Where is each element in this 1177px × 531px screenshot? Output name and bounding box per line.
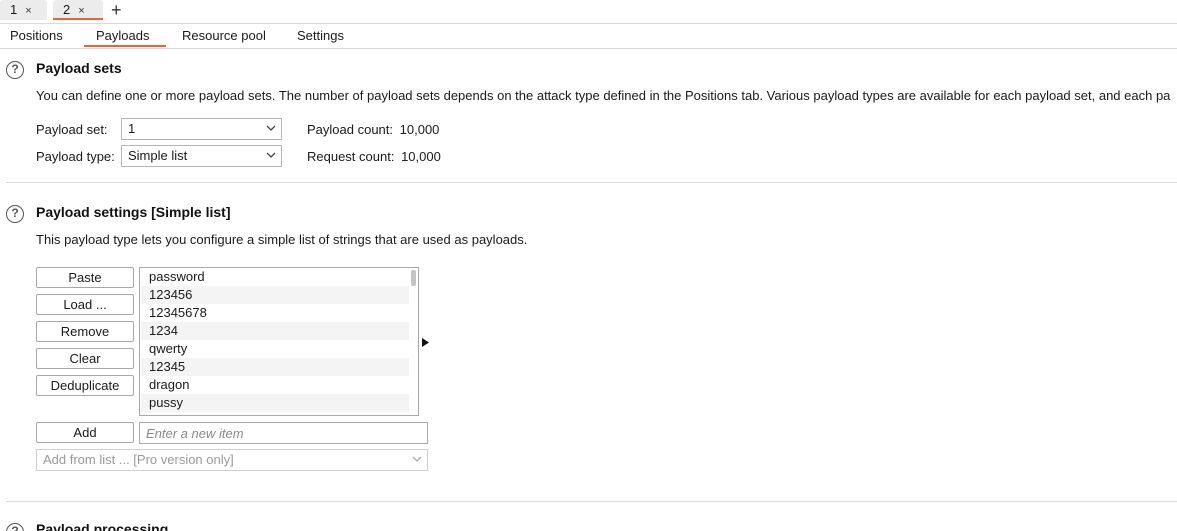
payload-processing-title: Payload processing xyxy=(36,521,169,531)
add-tab-icon[interactable]: + xyxy=(111,0,122,21)
chevron-down-icon xyxy=(266,152,276,158)
payload-count-value: 10,000 xyxy=(399,122,440,137)
close-icon[interactable]: × xyxy=(78,5,84,17)
payload-list[interactable]: password 123456 12345678 1234 qwerty 123… xyxy=(139,267,419,416)
instance-tab-bar: 1 × 2 × + xyxy=(0,0,1177,24)
section-divider xyxy=(6,182,1177,183)
section-divider xyxy=(6,501,1177,502)
payload-settings-description: This payload type lets you configure a s… xyxy=(36,232,528,247)
sub-tab-bar: Positions Payloads Resource pool Setting… xyxy=(0,25,1177,49)
list-item[interactable]: password xyxy=(141,268,409,286)
request-count-label: Request count: 10,000 xyxy=(307,149,441,164)
payload-count-label: Payload count: 10,000 xyxy=(307,122,439,137)
new-item-input[interactable] xyxy=(139,422,428,444)
tab-positions[interactable]: Positions xyxy=(10,28,63,43)
payload-sets-description: You can define one or more payload sets.… xyxy=(36,88,1171,103)
tab-resource-pool[interactable]: Resource pool xyxy=(182,28,266,43)
add-from-list-value: Add from list ... [Pro version only] xyxy=(43,452,234,467)
list-item[interactable]: dragon xyxy=(141,376,409,394)
instance-tab-1[interactable]: 1 × xyxy=(0,0,47,20)
remove-button[interactable]: Remove xyxy=(36,321,134,342)
tab-payloads[interactable]: Payloads xyxy=(96,28,149,43)
payload-type-select[interactable]: Simple list xyxy=(121,145,282,167)
list-scrollbar[interactable] xyxy=(411,270,416,286)
instance-tab-label: 1 xyxy=(10,2,18,17)
help-icon[interactable]: ? xyxy=(6,205,24,223)
add-button[interactable]: Add xyxy=(36,422,134,443)
payload-set-value: 1 xyxy=(128,121,136,136)
list-item[interactable]: 123456 xyxy=(141,286,409,304)
help-icon[interactable]: ? xyxy=(6,61,24,79)
payload-settings-title: Payload settings [Simple list] xyxy=(36,204,231,220)
payload-type-label: Payload type: xyxy=(36,149,115,164)
instance-tab-label: 2 xyxy=(63,2,71,17)
load-button[interactable]: Load ... xyxy=(36,294,134,315)
request-count-label-text: Request count: xyxy=(307,149,395,164)
list-item[interactable]: 12345 xyxy=(141,358,409,376)
list-item[interactable]: 1234 xyxy=(141,322,409,340)
paste-button[interactable]: Paste xyxy=(36,267,134,288)
list-item[interactable]: qwerty xyxy=(141,340,409,358)
payload-sets-title: Payload sets xyxy=(36,60,122,76)
instance-tab-2[interactable]: 2 × xyxy=(53,0,103,20)
add-from-list-select: Add from list ... [Pro version only] xyxy=(36,449,428,471)
clear-button[interactable]: Clear xyxy=(36,348,134,369)
active-tab-underline xyxy=(84,45,166,47)
request-count-value: 10,000 xyxy=(401,149,441,164)
cursor-arrow-icon xyxy=(422,338,429,347)
list-item[interactable]: 12345678 xyxy=(141,304,409,322)
payload-set-select[interactable]: 1 xyxy=(121,118,282,140)
payload-count-label-text: Payload count: xyxy=(307,122,394,137)
chevron-down-icon xyxy=(266,125,276,131)
tab-settings[interactable]: Settings xyxy=(297,28,344,43)
deduplicate-button[interactable]: Deduplicate xyxy=(36,375,134,396)
payload-type-value: Simple list xyxy=(128,148,188,163)
list-item[interactable]: pussy xyxy=(141,394,409,412)
list-item[interactable]: baseball xyxy=(141,412,409,415)
help-icon[interactable]: ? xyxy=(6,523,24,531)
close-icon[interactable]: × xyxy=(25,5,31,17)
payload-set-label: Payload set: xyxy=(36,122,108,137)
chevron-down-icon xyxy=(412,456,422,462)
